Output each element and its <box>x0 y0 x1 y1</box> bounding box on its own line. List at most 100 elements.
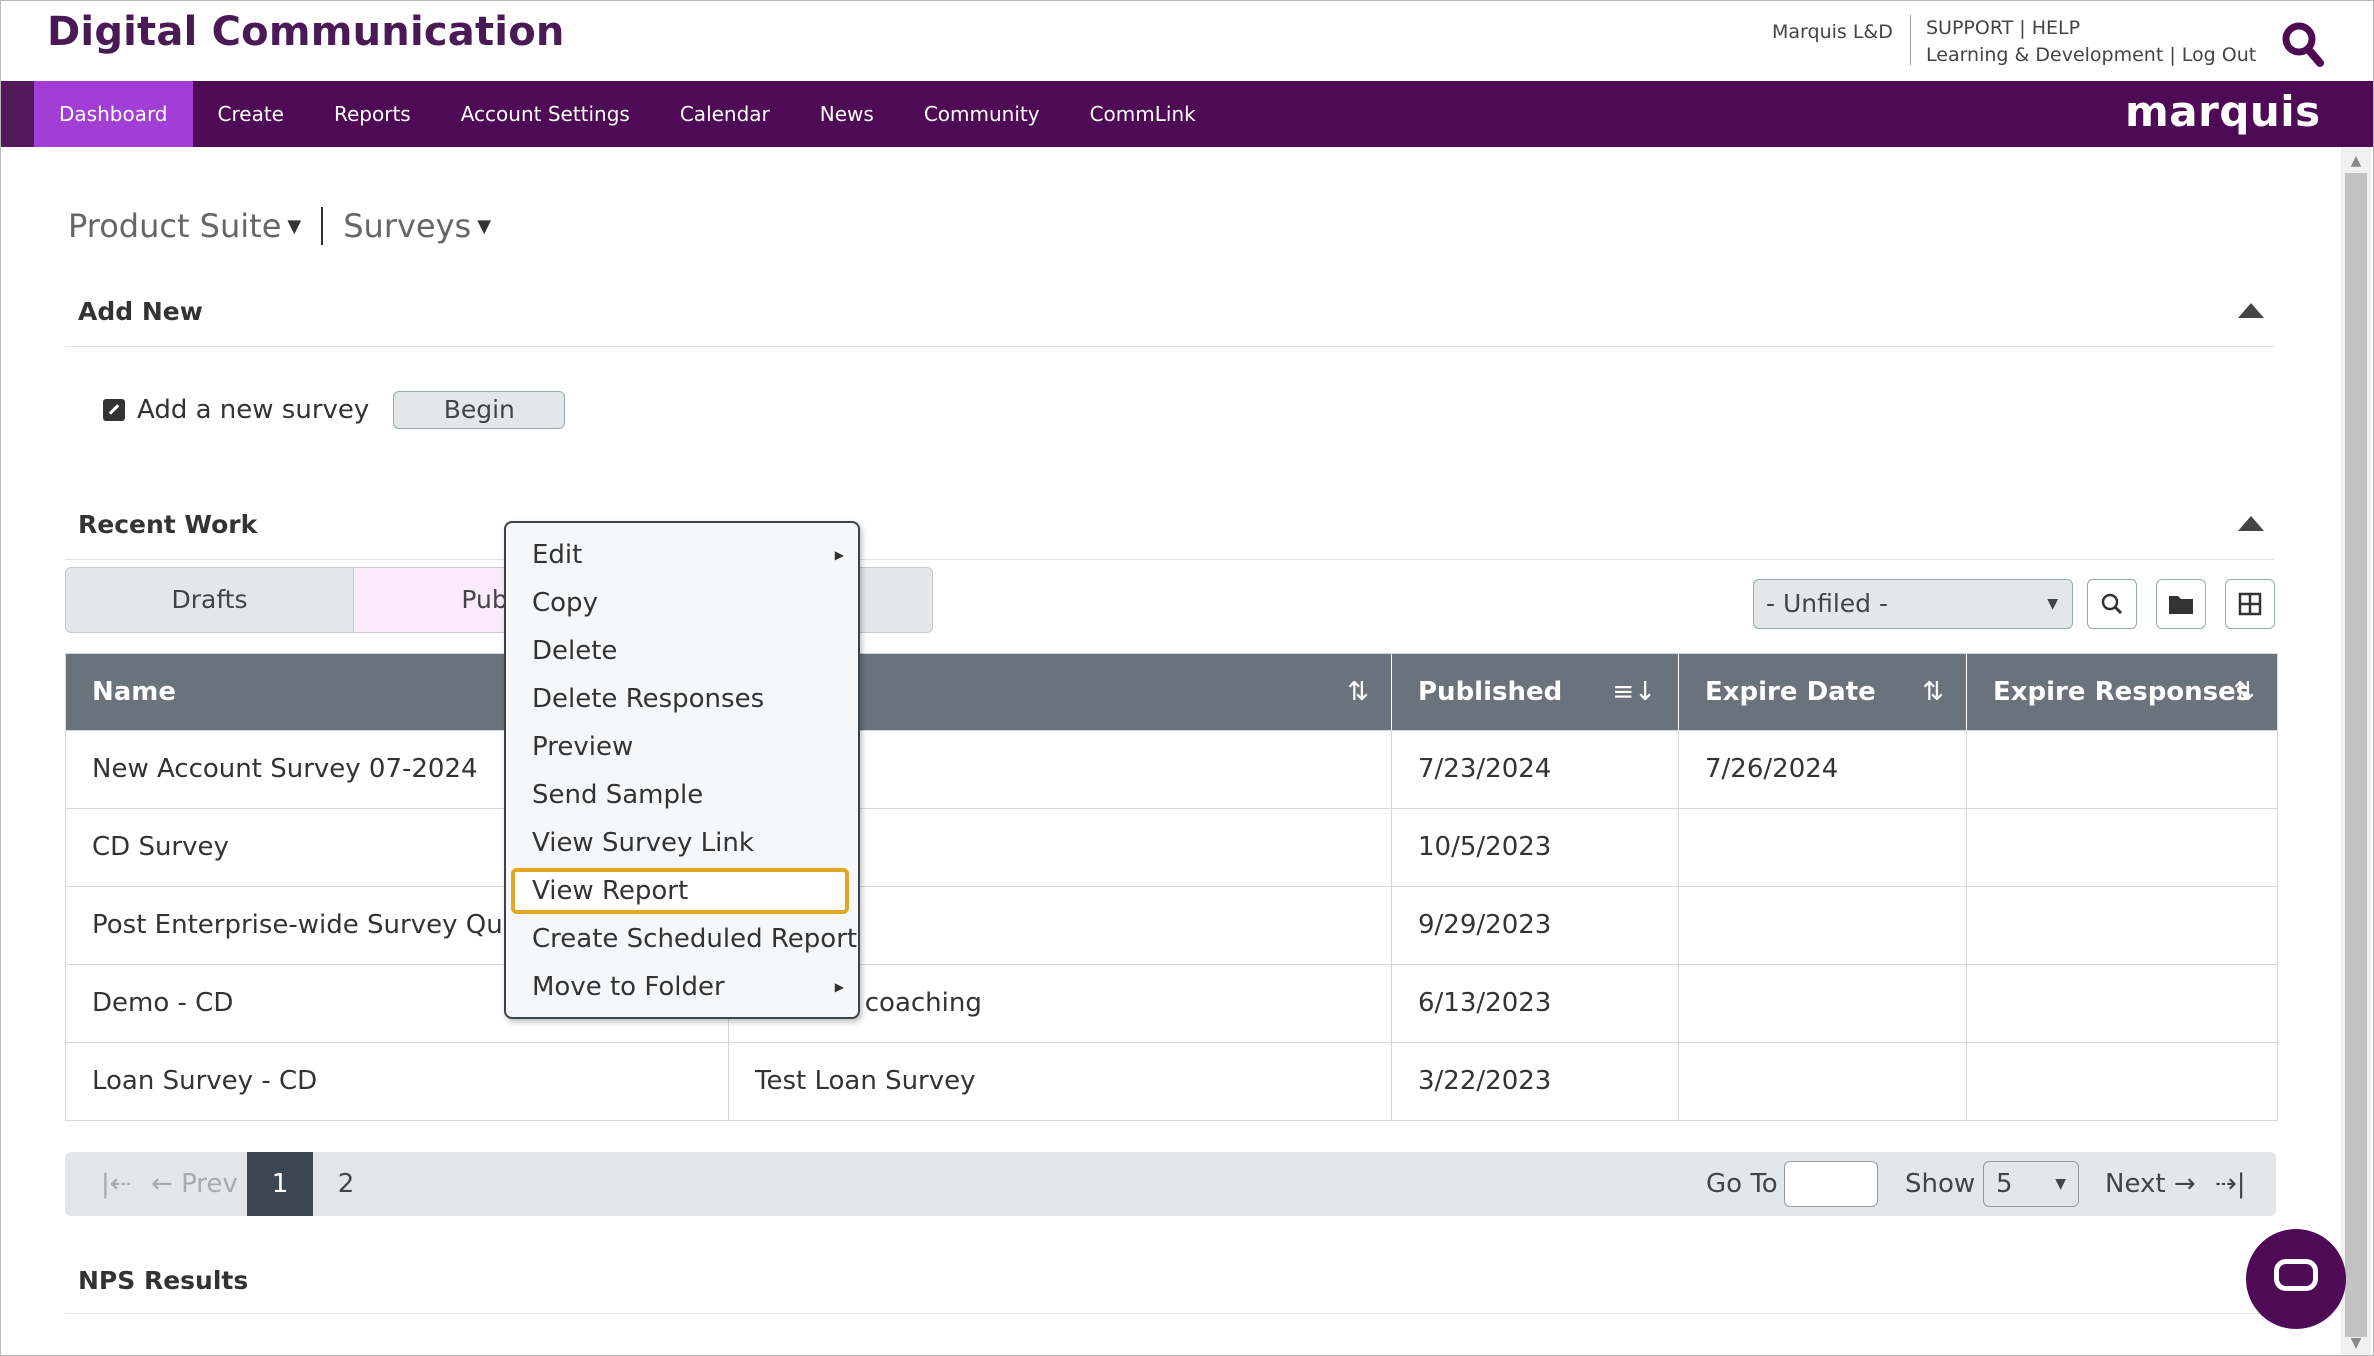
show-label: Show <box>1905 1169 1976 1199</box>
caret-down-icon: ▼ <box>2047 596 2058 612</box>
recent-work-heading: Recent Work <box>78 510 258 539</box>
add-new-row: Add a new survey Begin <box>103 391 566 429</box>
section-divider <box>65 346 2275 347</box>
nav-create[interactable]: Create <box>193 81 309 147</box>
nps-results-heading: NPS Results <box>78 1266 249 1295</box>
caret-down-icon[interactable]: ▼ <box>287 216 301 237</box>
header-label: Published <box>1418 677 1563 707</box>
table-row[interactable]: Post Enterprise-wide Survey Quest 9/29/2… <box>66 886 2277 964</box>
submenu-arrow-icon: ▶ <box>834 980 844 994</box>
menu-item-view-report[interactable]: View Report <box>506 869 858 913</box>
menu-item-view-survey-link[interactable]: View Survey Link <box>506 821 858 865</box>
nav-commlink[interactable]: CommLink <box>1065 81 1221 147</box>
nav-account-settings[interactable]: Account Settings <box>436 81 655 147</box>
begin-button[interactable]: Begin <box>393 391 566 429</box>
breadcrumb-divider <box>321 207 324 245</box>
marquis-logo: marquis <box>2125 87 2321 136</box>
product-suite-dropdown[interactable]: Product Suite <box>68 207 281 245</box>
menu-item-move-to-folder[interactable]: Move to Folder ▶ <box>506 965 858 1009</box>
menu-item-delete-responses[interactable]: Delete Responses <box>506 677 858 721</box>
surveys-dropdown[interactable]: Surveys <box>343 207 471 245</box>
sort-icon[interactable]: ⇅ <box>1922 654 1944 730</box>
search-icon <box>2101 593 2123 615</box>
page-2-button[interactable]: 2 <box>313 1152 379 1216</box>
cell-expire-responses <box>1967 809 2277 886</box>
folder-select-value: - Unfiled - <box>1766 589 1889 618</box>
table-row[interactable]: New Account Survey 07-2024 7/23/2024 7/2… <box>66 730 2277 808</box>
search-icon[interactable] <box>2281 21 2325 69</box>
menu-item-send-sample[interactable]: Send Sample <box>506 773 858 817</box>
cell-name[interactable]: Loan Survey - CD <box>66 1043 729 1120</box>
cell-expire-date <box>1679 809 1967 886</box>
cell-published: 7/23/2024 <box>1392 731 1679 808</box>
cell-published: 10/5/2023 <box>1392 809 1679 886</box>
cell-expire-responses <box>1967 887 2277 964</box>
cell-expire-date <box>1679 887 1967 964</box>
top-header: Digital Communication Marquis L&D SUPPOR… <box>1 1 2373 81</box>
table-header: Name on⇅ Published≡↓ Expire Date⇅ Expire… <box>66 654 2277 730</box>
search-button[interactable] <box>2087 579 2137 629</box>
column-header-expire-date[interactable]: Expire Date ⇅ <box>1679 654 1967 730</box>
prev-page-button[interactable]: ← Prev <box>151 1152 238 1216</box>
table-row[interactable]: Loan Survey - CD Test Loan Survey 3/22/2… <box>66 1042 2277 1120</box>
breadcrumb: Product Suite ▼ Surveys ▼ <box>68 207 491 245</box>
tab-drafts[interactable]: Drafts <box>66 568 354 632</box>
sort-icon[interactable]: ⇅ <box>2233 654 2255 730</box>
header-label: Expire Date <box>1705 677 1876 707</box>
account-logout-links[interactable]: Learning & Development | Log Out <box>1926 42 2256 69</box>
edit-icon <box>103 399 125 421</box>
header-label: Expire Responses <box>1993 677 2252 707</box>
grid-icon <box>2238 592 2262 616</box>
folder-button[interactable] <box>2156 579 2206 629</box>
collapse-up-icon[interactable] <box>2238 303 2264 318</box>
menu-label: Edit <box>532 540 583 570</box>
header-divider <box>1910 15 1911 65</box>
folder-select[interactable]: - Unfiled - ▼ <box>1753 579 2073 629</box>
next-label: Next <box>2105 1169 2166 1199</box>
cell-expire-date <box>1679 1043 1967 1120</box>
page-1-button[interactable]: 1 <box>247 1152 313 1216</box>
nav-calendar[interactable]: Calendar <box>655 81 795 147</box>
menu-item-preview[interactable]: Preview <box>506 725 858 769</box>
grid-view-button[interactable] <box>2225 579 2275 629</box>
first-page-icon[interactable]: |⇠ <box>101 1152 132 1216</box>
goto-input[interactable] <box>1784 1161 1878 1207</box>
cell-expire-responses <box>1967 1043 2277 1120</box>
submenu-arrow-icon: ▶ <box>834 548 844 562</box>
app-title: Digital Communication <box>47 9 565 55</box>
page-size-select[interactable]: 5 ▼ <box>1983 1161 2079 1207</box>
scroll-down-icon[interactable]: ▼ <box>2345 1333 2367 1353</box>
next-page-button[interactable]: Next → <box>2105 1152 2196 1216</box>
scrollbar-thumb[interactable] <box>2345 173 2367 1337</box>
support-help-links[interactable]: SUPPORT | HELP <box>1926 15 2256 42</box>
scroll-up-icon[interactable]: ▲ <box>2345 151 2367 171</box>
collapse-up-icon[interactable] <box>2238 516 2264 531</box>
nav-community[interactable]: Community <box>899 81 1065 147</box>
nav-dashboard[interactable]: Dashboard <box>34 81 193 147</box>
sort-desc-icon[interactable]: ≡↓ <box>1612 654 1656 730</box>
sort-icon[interactable]: ⇅ <box>1347 654 1369 730</box>
table-row[interactable]: Demo - CD rvey for coaching 6/13/2023 <box>66 964 2277 1042</box>
menu-item-copy[interactable]: Copy <box>506 581 858 625</box>
table-row[interactable]: CD Survey 10/5/2023 <box>66 808 2277 886</box>
nav-reports[interactable]: Reports <box>309 81 436 147</box>
last-page-icon[interactable]: ⇢| <box>2215 1152 2246 1216</box>
menu-item-delete[interactable]: Delete <box>506 629 858 673</box>
cell-published: 6/13/2023 <box>1392 965 1679 1042</box>
caret-down-icon: ▼ <box>2055 1176 2066 1192</box>
page-size-value: 5 <box>1996 1169 2013 1199</box>
app-window: Digital Communication Marquis L&D SUPPOR… <box>0 0 2374 1356</box>
chat-icon[interactable] <box>2246 1229 2346 1329</box>
cell-expire-date <box>1679 965 1967 1042</box>
cell-expire-responses <box>1967 731 2277 808</box>
column-header-expire-responses[interactable]: Expire Responses ⇅ <box>1967 654 2277 730</box>
menu-item-edit[interactable]: Edit ▶ <box>506 533 858 577</box>
prev-label: Prev <box>181 1169 238 1199</box>
pagination: |⇠ ← Prev 1 2 Go To Show 5 ▼ Next → ⇢| <box>65 1152 2276 1216</box>
column-header-published[interactable]: Published ≡↓ <box>1392 654 1679 730</box>
menu-item-create-scheduled-report[interactable]: Create Scheduled Report <box>506 917 858 961</box>
nav-news[interactable]: News <box>795 81 899 147</box>
header-label: Name <box>92 677 177 707</box>
caret-down-icon[interactable]: ▼ <box>477 216 491 237</box>
cell-description: Test Loan Survey <box>729 1043 1392 1120</box>
